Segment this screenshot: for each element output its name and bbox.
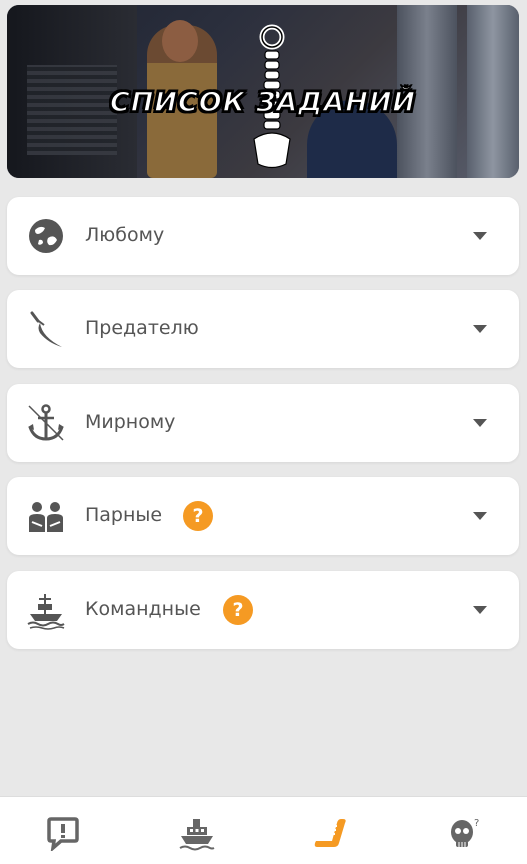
- chat-icon[interactable]: [45, 815, 81, 851]
- section-card-pairs[interactable]: Парные ?: [7, 477, 519, 555]
- scroll-icon[interactable]: [313, 815, 349, 851]
- skull-question-icon[interactable]: ?: [447, 815, 483, 851]
- chevron-down-icon[interactable]: [473, 512, 487, 520]
- help-button[interactable]: ?: [223, 595, 253, 625]
- section-label: Мирному: [85, 411, 176, 433]
- header-banner: СПИСОК ЗАДАНИЙ: [7, 5, 519, 178]
- anchor-icon: [28, 404, 64, 441]
- section-label: Командные: [85, 598, 201, 620]
- section-card-anyone[interactable]: Любому: [7, 197, 519, 275]
- section-card-traitor[interactable]: Предателю: [7, 290, 519, 368]
- steamship-icon[interactable]: [179, 815, 215, 851]
- section-label: Любому: [85, 224, 165, 246]
- section-label: Предателю: [85, 317, 199, 339]
- bottom-tab-bar: ?: [0, 796, 527, 864]
- dagger-icon: [30, 311, 62, 347]
- globe-icon: [29, 219, 63, 253]
- section-label: Парные: [85, 504, 163, 526]
- pair-icon: [29, 502, 63, 532]
- section-card-team[interactable]: Командные ?: [7, 571, 519, 649]
- banner-character-head: [162, 20, 198, 62]
- section-card-peaceful[interactable]: Мирному: [7, 384, 519, 462]
- svg-text:?: ?: [474, 818, 479, 829]
- help-button[interactable]: ?: [183, 501, 213, 531]
- chevron-down-icon[interactable]: [473, 419, 487, 427]
- banner-title: СПИСОК ЗАДАНИЙ: [109, 86, 417, 119]
- ship-icon: [27, 594, 65, 630]
- chevron-down-icon[interactable]: [473, 606, 487, 614]
- chevron-down-icon[interactable]: [473, 232, 487, 240]
- chevron-down-icon[interactable]: [473, 325, 487, 333]
